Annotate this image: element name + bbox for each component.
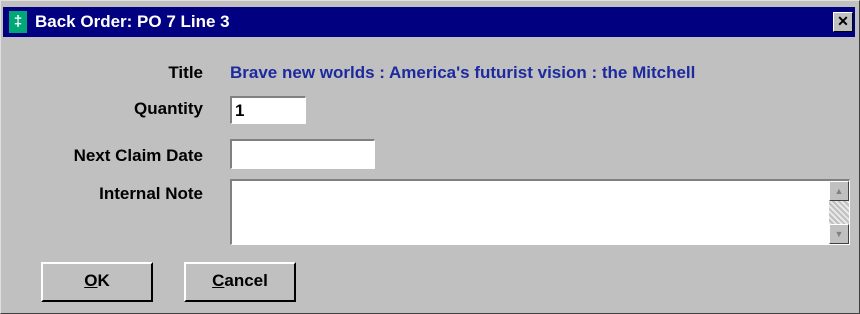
back-order-dialog: ‡ Back Order: PO 7 Line 3 ✕ Title Brave … (0, 0, 860, 314)
title-label: Title (168, 63, 203, 82)
cancel-button[interactable]: Cancel (184, 262, 296, 302)
scroll-up-icon[interactable]: ▲ (829, 181, 849, 201)
next-claim-date-label: Next Claim Date (73, 146, 203, 165)
quantity-label: Quantity (134, 99, 203, 118)
internal-note-field[interactable]: ▲ ▼ (230, 179, 850, 247)
cancel-mnemonic: C (212, 271, 225, 290)
title-value: Brave new worlds : America's futurist vi… (230, 63, 696, 82)
ok-mnemonic: O (84, 271, 98, 290)
scroll-track[interactable] (829, 201, 849, 224)
ok-label-rest: K (97, 271, 110, 290)
next-claim-date-input[interactable] (230, 139, 375, 169)
quantity-input[interactable] (230, 96, 306, 124)
close-icon[interactable]: ✕ (833, 12, 853, 32)
internal-note-scrollbar[interactable]: ▲ ▼ (829, 181, 849, 244)
scroll-down-icon[interactable]: ▼ (829, 224, 849, 244)
app-icon: ‡ (9, 11, 27, 33)
ok-button[interactable]: OK (41, 262, 153, 302)
window-title: Back Order: PO 7 Line 3 (35, 12, 230, 31)
cancel-label-rest: ancel (224, 271, 268, 290)
title-bar[interactable]: ‡ Back Order: PO 7 Line 3 ✕ (3, 7, 855, 37)
internal-note-label: Internal Note (99, 184, 203, 203)
internal-note-textarea[interactable] (232, 181, 832, 247)
